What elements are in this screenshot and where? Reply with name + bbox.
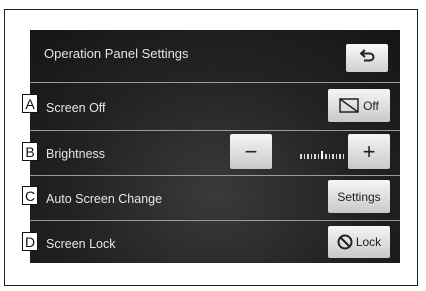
divider	[30, 82, 400, 83]
no-entry-icon	[337, 234, 353, 250]
screen-lock-button-label: Lock	[355, 235, 382, 249]
brightness-decrease-button[interactable]: −	[230, 134, 272, 169]
screen-off-icon	[339, 98, 359, 113]
brightness-label: Brightness	[46, 147, 106, 161]
divider	[30, 175, 400, 176]
back-button[interactable]	[346, 44, 388, 72]
brightness-level-indicator	[300, 151, 352, 159]
divider	[30, 130, 400, 131]
screen-off-label: Screen Off	[46, 101, 106, 115]
settings-screen: Operation Panel Settings Screen Off Off …	[30, 30, 400, 263]
page-title: Operation Panel Settings	[44, 46, 189, 61]
divider	[30, 220, 400, 221]
screen-lock-label: Screen Lock	[46, 237, 116, 251]
brightness-increase-button[interactable]: +	[348, 134, 390, 169]
auto-screen-change-label: Auto Screen Change	[46, 192, 163, 206]
screen-lock-button[interactable]: Lock	[328, 226, 390, 258]
back-arrow-icon	[358, 48, 376, 68]
callout-marker-c: C	[22, 186, 38, 205]
screen-off-button-label: Off	[363, 98, 379, 113]
callout-marker-b: B	[22, 142, 38, 161]
screen-off-button[interactable]: Off	[328, 89, 390, 122]
callout-marker-d: D	[22, 232, 38, 251]
callout-marker-a: A	[22, 94, 38, 113]
auto-screen-change-settings-button[interactable]: Settings	[328, 180, 390, 213]
